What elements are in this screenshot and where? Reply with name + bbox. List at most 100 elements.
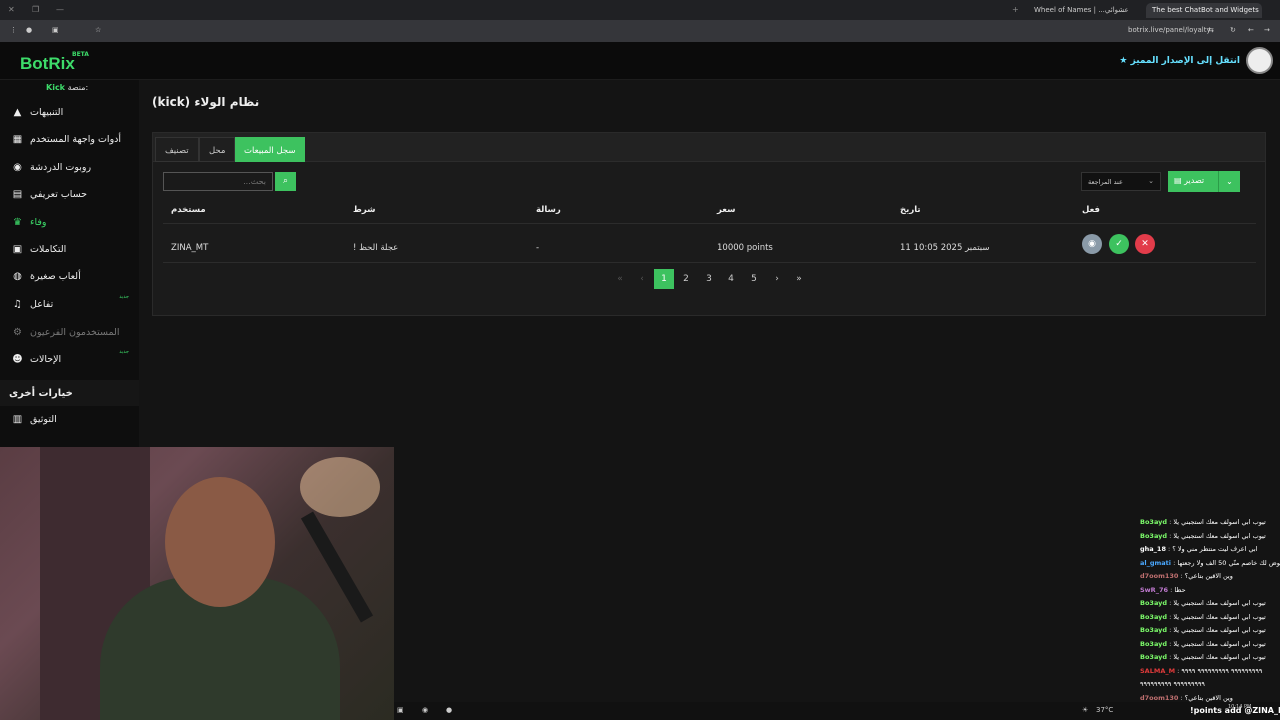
pagination-page-5[interactable]: 5 [744, 269, 764, 289]
premium-link[interactable]: انتقل إلى الإصدار المميز ★ [1119, 56, 1240, 66]
chat-text: تيوب ابي اسولف معك استجبني يلا [1173, 653, 1266, 661]
browser-tab-botrix[interactable]: The best ChatBot and Widgets [1146, 3, 1262, 18]
chat-text: تيوب ابي اسولف معك استجبني يلا [1173, 599, 1266, 607]
browser-tab-label: Wheel of Names | ...عشوائي [1034, 6, 1129, 14]
chat-text: حظا [1174, 585, 1186, 594]
botrix-logo[interactable]: BotRix [20, 54, 75, 74]
chat-username[interactable]: Bo3ayd [1140, 518, 1167, 526]
export-dropdown-button[interactable]: ⌄ [1219, 171, 1240, 192]
chat-text: تيوب ابي اسولف معك استجبني يلا [1173, 612, 1266, 621]
star-icon[interactable]: ☆ [95, 26, 101, 34]
address-bar: ⋮ ● ▣ ☆ botrix.live/panel/loyalty ⇆ ↻ ← … [0, 20, 1280, 42]
chat-username[interactable]: SwR_76 [1140, 586, 1168, 594]
row-date: 11 سبتمبر 2025 10:05 [900, 243, 990, 253]
pagination-last[interactable]: » [789, 269, 809, 289]
pagination-page-4[interactable]: 4 [721, 269, 741, 289]
chat-username[interactable]: Bo3ayd [1140, 640, 1167, 648]
forward-icon[interactable]: → [1264, 26, 1270, 34]
chevron-down-icon: ⌄ [1148, 177, 1154, 185]
sidebar-item-subusers: ⚙ المستخدمون الفرعيون [0, 320, 139, 346]
sidebar-item-referrals[interactable]: ☻ الإحالات جديد [0, 347, 139, 373]
sidebar-item-integrations[interactable]: ▣ التكاملات [0, 237, 139, 263]
sort-select[interactable]: عند المراجعة ⌄ [1081, 172, 1161, 191]
sidebar-item-label: المستخدمون الفرعيون [30, 327, 120, 338]
chat-username[interactable]: Bo3ayd [1140, 613, 1167, 621]
chat-username[interactable]: d7oom130 [1140, 694, 1178, 702]
chat-message: Bo3ayd : تيوب ابي اسولف معك استجبني يلا [1140, 599, 1280, 613]
sidebar-item-profile[interactable]: ▤ حساب تعريفي [0, 182, 139, 208]
pagination-page-1[interactable]: 1 [654, 269, 674, 289]
view-button[interactable]: ◉ [1082, 234, 1102, 254]
search-input[interactable] [163, 172, 273, 191]
sidebar-item-label: الإحالات [30, 354, 62, 365]
chat-username[interactable]: SALMA_M [1140, 667, 1175, 675]
sidebar-item-label: حساب تعريفي [30, 189, 88, 200]
platform-prefix: منصة: [67, 83, 89, 92]
robot-icon: ◉ [13, 162, 22, 173]
tab-sales-log[interactable]: سجل المبيعات [234, 137, 306, 162]
reload-icon[interactable]: ↻ [1230, 26, 1236, 34]
back-icon[interactable]: ← [1248, 26, 1254, 34]
webcam-lamp [300, 457, 380, 517]
warning-icon: ▲ [13, 107, 22, 118]
restore-window-icon[interactable]: ❐ [32, 5, 39, 14]
chat-username[interactable]: Bo3ayd [1140, 599, 1167, 607]
chat-text: وين الاقين بتاعي؟ [1184, 572, 1233, 580]
sidebar-item-minigames[interactable]: ◍ ألعاب صغيرة [0, 264, 139, 290]
users-icon: ☻ [12, 354, 23, 365]
sidebar-item-label: روبوت الدردشة [30, 162, 92, 173]
pagination-next[interactable]: › [767, 269, 787, 289]
pagination-page-2[interactable]: 2 [676, 269, 696, 289]
sidebar-item-docs[interactable]: ▥ التوثيق [0, 407, 139, 433]
close-window-icon[interactable]: ✕ [8, 5, 15, 14]
taskbar-obs-icon[interactable]: ◉ [422, 706, 428, 714]
avatar[interactable] [1246, 47, 1273, 74]
sidebar-item-chatbot[interactable]: ◉ روبوت الدردشة [0, 155, 139, 181]
music-icon: ♫ [13, 299, 22, 310]
chat-username[interactable]: d7oom130 [1140, 572, 1178, 580]
reject-button[interactable]: ✕ [1135, 234, 1155, 254]
column-header-message: رسالة [536, 205, 561, 215]
pagination-first: « [617, 274, 623, 284]
taskbar-chrome-icon[interactable]: ● [446, 706, 452, 714]
export-button[interactable]: ▤ تصدير [1168, 171, 1219, 192]
row-price: 10000 points [717, 243, 773, 253]
chat-username[interactable]: gha_18 [1140, 545, 1166, 553]
extension-icon[interactable]: ▣ [52, 26, 59, 34]
chat-username[interactable]: Bo3ayd [1140, 626, 1167, 634]
sidebar-item-loyalty[interactable]: ♛ وفاء [0, 210, 139, 236]
browser-tab-label: The best ChatBot and Widgets [1152, 6, 1259, 14]
globe-icon: ● [26, 26, 33, 34]
chat-username[interactable]: al_gmati [1140, 559, 1171, 567]
column-header-date: تاريخ [900, 205, 921, 215]
pagination-page-3[interactable]: 3 [699, 269, 719, 289]
page-title: نظام الولاء (kick) [152, 95, 260, 109]
sidebar-item-widgets[interactable]: ▦ أدوات واجهة المستخدم [0, 127, 139, 153]
chat-message: al_gmati : عوض لك خاصم منّي 50 الف ولا ر… [1140, 559, 1280, 573]
translate-icon[interactable]: ⇆ [1208, 26, 1214, 34]
chat-message: Bo3ayd : تيوب ابي اسولف معك استجبني يلا [1140, 626, 1280, 640]
tab-ranking[interactable]: تصنيف [155, 137, 199, 162]
chat-text: ٩٩٩٩٩٩٩٩٩ ٩٩٩٩٩٩٩٩٩ [1140, 680, 1205, 688]
app-header: BotRix BETA انتقل إلى الإصدار المميز ★ [0, 42, 1280, 80]
approve-button[interactable]: ✓ [1109, 234, 1129, 254]
browser-tab-wheel[interactable]: Wheel of Names | ...عشوائي [1028, 3, 1142, 18]
chat-message: Bo3ayd : تيوب ابي اسولف معك استجبني يلا [1140, 518, 1280, 532]
chat-username[interactable]: Bo3ayd [1140, 532, 1167, 540]
gear-icon: ⚙ [13, 327, 22, 338]
sidebar-item-interaction[interactable]: ♫ تفاعل جديد [0, 292, 139, 318]
browser-tab-bar: ✕ ❐ — + Wheel of Names | ...عشوائي The b… [0, 0, 1280, 20]
tab-store[interactable]: محل [199, 137, 236, 162]
beta-badge: BETA [72, 51, 89, 58]
url-text[interactable]: botrix.live/panel/loyalty [1128, 26, 1211, 34]
chat-username[interactable]: Bo3ayd [1140, 653, 1167, 661]
menu-dots-icon[interactable]: ⋮ [10, 26, 17, 34]
chevron-down-icon: ⌄ [1226, 177, 1233, 186]
taskbar-app-icon[interactable]: ▣ [397, 706, 404, 714]
new-tab-icon[interactable]: + [1012, 5, 1019, 14]
plug-icon: ▣ [12, 244, 23, 255]
sidebar-item-alerts[interactable]: ▲ التنبيهات [0, 100, 139, 126]
id-card-icon: ▤ [12, 189, 23, 200]
minimize-window-icon[interactable]: — [56, 5, 64, 14]
search-button[interactable]: ⌕ [275, 172, 296, 191]
